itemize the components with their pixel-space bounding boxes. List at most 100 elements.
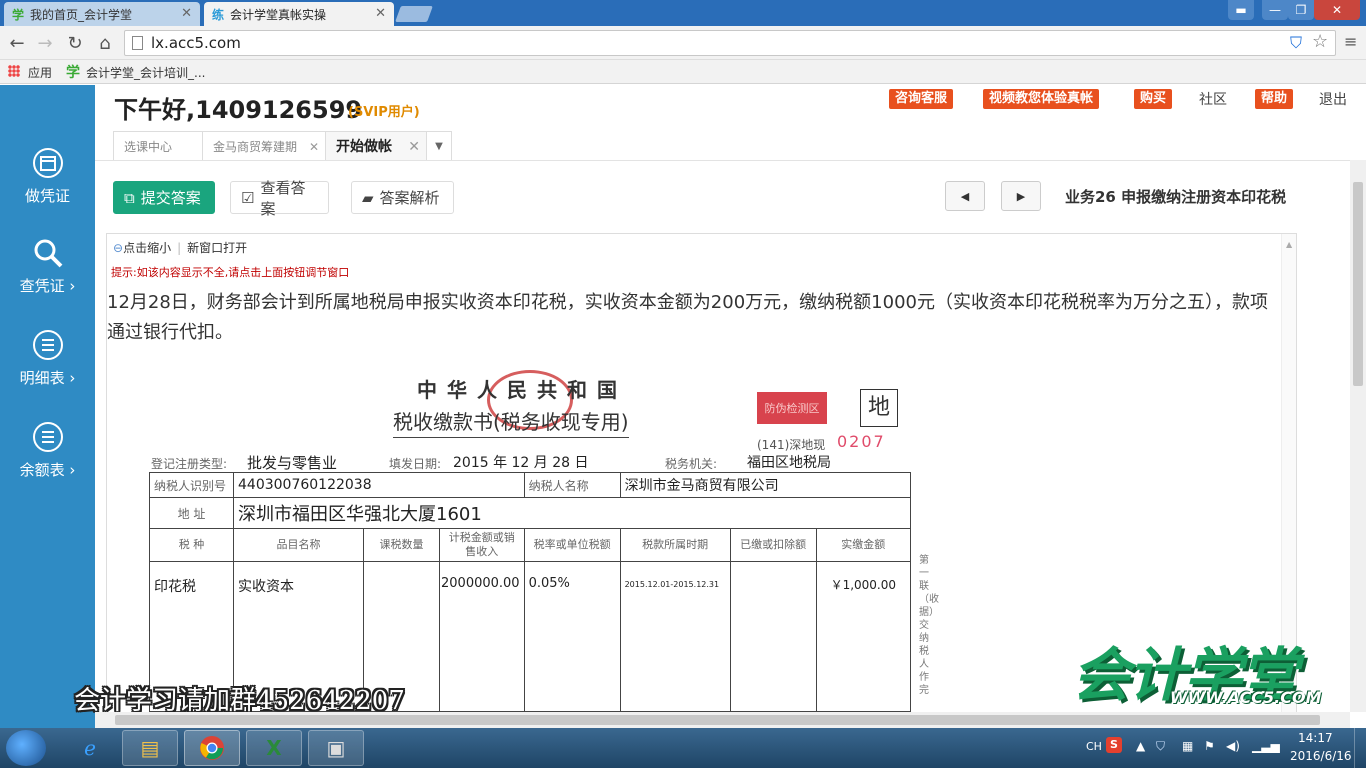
next-task-button[interactable]: ▶ — [1001, 181, 1041, 211]
video-tutorial-button[interactable]: 视频教您体验真帐 — [983, 89, 1100, 109]
sidebar-item-balance-sheet[interactable]: 余额表 › — [0, 421, 95, 480]
col-header: 已缴或扣除额 — [729, 528, 817, 562]
app-sidebar: 做凭证 查凭证 › 明细表 › 余额表 › — [0, 85, 95, 728]
logout-link[interactable]: 退出 — [1319, 89, 1347, 109]
bookmark-apps[interactable]: 应用 — [28, 64, 52, 81]
answer-analysis-button[interactable]: ▰ 答案解析 — [351, 181, 454, 214]
reg-type-label: 登记注册类型: — [151, 457, 228, 471]
sidebar-item-label: 做凭证 — [24, 187, 70, 205]
show-desktop-button[interactable] — [1354, 728, 1366, 768]
button-label: 查看答案 — [260, 178, 306, 218]
scrollbar-thumb[interactable] — [115, 715, 1320, 725]
community-link[interactable]: 社区 — [1199, 89, 1227, 109]
new-tab-button[interactable] — [395, 6, 433, 22]
scroll-up-icon[interactable]: ▲ — [1286, 240, 1292, 249]
tab-jinma-prep[interactable]: 金马商贸筹建期 ✕ — [202, 131, 326, 161]
buy-button[interactable]: 购买 — [1134, 89, 1173, 109]
previous-task-button[interactable]: ◀ — [945, 181, 985, 211]
scrollbar-thumb[interactable] — [1353, 182, 1363, 386]
zoom-out-icon[interactable]: ⊖ — [113, 241, 123, 255]
sidebar-item-make-voucher[interactable]: 做凭证 — [0, 147, 95, 206]
clock-date[interactable]: 2016/6/16 — [1290, 749, 1352, 763]
chrome-icon[interactable] — [184, 730, 240, 766]
address-bar[interactable]: lx.acc5.com — [124, 30, 1336, 56]
anti-counterfeit-stamp: 防伪检测区 — [757, 392, 827, 424]
bookmark-acc5[interactable]: 会计学堂_会计培训_... — [86, 64, 205, 81]
security-shield-icon[interactable]: ⛉ — [1156, 739, 1165, 754]
maximize-window-icon[interactable]: ❐ — [1288, 0, 1314, 20]
excel-icon[interactable]: X — [246, 730, 302, 766]
tab-dropdown-icon[interactable]: ▼ — [426, 131, 452, 161]
tab-course-center[interactable]: 选课中心 — [113, 131, 203, 161]
close-window-icon[interactable]: ✕ — [1314, 0, 1360, 20]
tab-divider — [95, 160, 1352, 161]
page-icon — [132, 36, 143, 50]
reload-icon[interactable]: ↻ — [64, 32, 86, 54]
reg-type-value: 批发与零售业 — [247, 454, 338, 472]
minimize-window-icon[interactable]: — — [1262, 0, 1288, 20]
frame-toolbar: ⊖点击缩小 | 新窗口打开 — [113, 241, 248, 255]
sidebar-item-detail-ledger[interactable]: 明细表 › — [0, 329, 95, 388]
task-title: 业务26 申报缴纳注册资本印花税 — [1065, 188, 1287, 206]
close-tab-icon[interactable]: ✕ — [309, 132, 319, 162]
start-button[interactable] — [6, 730, 46, 766]
home-icon[interactable]: ⌂ — [94, 32, 116, 54]
view-answer-button[interactable]: ☑ 查看答案 — [230, 179, 329, 218]
address-label: 地 址 — [149, 497, 234, 529]
action-center-flag-icon[interactable]: ⚑ — [1204, 739, 1215, 753]
cell-period: 2015.12.01-2015.12.31 — [619, 561, 731, 712]
greeting-title: 下午好,1409126599 — [114, 96, 363, 124]
show-hidden-icons-icon[interactable]: ▲ — [1136, 739, 1145, 753]
col-header: 税 种 — [149, 528, 234, 562]
taxpayer-name-value: 深圳市金马商贸有限公司 — [619, 472, 912, 498]
submit-answer-button[interactable]: ⧉ 提交答案 — [113, 181, 215, 214]
cell-deducted — [729, 561, 817, 712]
browser-tab-home[interactable]: 学 我的首页_会计学堂 ✕ — [4, 2, 200, 26]
cell-taxable-amount: 2000000.00 — [439, 561, 525, 712]
col-header: 税率或单位税额 — [523, 528, 621, 562]
video-recorder-icon[interactable]: ▣ — [308, 730, 364, 766]
sidebar-item-label: 明细表 › — [19, 369, 76, 387]
apps-grid-icon[interactable] — [8, 65, 20, 77]
close-tab-icon[interactable]: ✕ — [181, 6, 192, 21]
cell-actual: ￥1,000.00 — [815, 561, 912, 712]
bookmark-star-icon[interactable]: ☆ — [1312, 31, 1328, 52]
back-arrow-icon[interactable]: ← — [6, 32, 28, 54]
volume-icon[interactable]: ◀) — [1226, 739, 1240, 753]
practice-favicon-icon: 练 — [212, 7, 225, 22]
taxpayer-name-label: 纳税人名称 — [523, 472, 621, 498]
input-method-icon[interactable]: S — [1106, 737, 1122, 753]
customer-service-button[interactable]: 咨询客服 — [889, 89, 954, 109]
forward-arrow-icon[interactable]: → — [34, 32, 56, 54]
page-vertical-scrollbar[interactable] — [1350, 160, 1366, 712]
tab-label: 开始做帐 — [336, 139, 392, 155]
input-language-indicator[interactable]: CH — [1086, 740, 1102, 753]
signal-strength-icon[interactable]: ▁▃▅ — [1252, 739, 1280, 753]
browser-tab-practice[interactable]: 练 会计学堂真帐实操 ✕ — [204, 2, 394, 26]
taxpayer-id-value: 440300760122038 — [233, 472, 525, 498]
list-icon — [32, 422, 63, 452]
open-new-window-link[interactable]: 新窗口打开 — [187, 241, 247, 255]
close-tab-icon[interactable]: ✕ — [408, 132, 420, 162]
close-tab-icon[interactable]: ✕ — [375, 6, 386, 21]
col-header: 课税数量 — [363, 528, 440, 562]
external-link-icon: ⧉ — [124, 188, 135, 207]
shield-extension-icon[interactable]: ⛉ — [1290, 33, 1302, 53]
tax-office-label: 税务机关: — [665, 457, 718, 471]
page-horizontal-scrollbar[interactable] — [95, 712, 1350, 728]
user-level-badge: (SVIP用户) — [348, 105, 420, 120]
network-icon[interactable]: ▦ — [1182, 739, 1193, 753]
zoom-out-link[interactable]: 点击缩小 — [123, 241, 171, 255]
tab-start-bookkeeping[interactable]: 开始做帐 ✕ — [325, 131, 427, 161]
help-button[interactable]: 帮助 — [1255, 89, 1294, 109]
user-profile-icon[interactable]: ▬ — [1228, 0, 1254, 20]
sidebar-item-search-voucher[interactable]: 查凭证 › — [0, 237, 95, 296]
browser-tab-title: 我的首页_会计学堂 — [30, 7, 133, 22]
file-explorer-icon[interactable]: ▤ — [122, 730, 178, 766]
sidebar-item-label: 查凭证 › — [19, 277, 76, 295]
browser-tab-strip: 学 我的首页_会计学堂 ✕ 练 会计学堂真帐实操 ✕ ▬ — ❐ ✕ — [0, 0, 1366, 26]
folder-icon: ▰ — [362, 188, 374, 207]
internet-explorer-icon[interactable]: ℯ — [62, 730, 118, 766]
browser-menu-icon[interactable]: ≡ — [1344, 32, 1357, 51]
clock-time[interactable]: 14:17 — [1298, 731, 1333, 745]
